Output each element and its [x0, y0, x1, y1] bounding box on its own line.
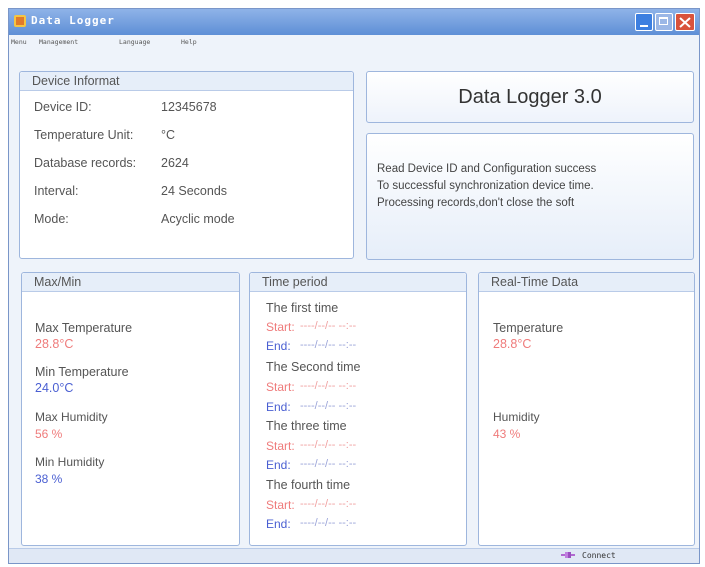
- end-time-value: ----/--/-- --:--: [300, 517, 357, 529]
- start-label: Start:: [266, 380, 295, 394]
- window-title: Data Logger: [31, 14, 115, 27]
- humidity-value: 43 %: [493, 427, 521, 441]
- max-humidity-label: Max Humidity: [35, 410, 108, 424]
- message-line: To successful synchronization device tim…: [377, 180, 594, 192]
- mode-value: Acyclic mode: [161, 212, 235, 226]
- app-icon: [14, 15, 26, 27]
- start-label: Start:: [266, 498, 295, 512]
- temperature-label: Temperature: [493, 321, 564, 335]
- min-humidity-value: 38 %: [35, 472, 63, 486]
- min-temperature-label: Min Temperature: [35, 365, 129, 379]
- temperature-unit-label: Temperature Unit:: [34, 128, 134, 142]
- end-label: End:: [266, 458, 291, 472]
- time-period-panel: Time period The first time Start: ----/-…: [249, 272, 467, 546]
- real-time-title: Real-Time Data: [491, 275, 579, 289]
- real-time-header: Real-Time Data: [479, 273, 694, 292]
- device-info-title: Device Informat: [32, 74, 120, 88]
- brand-title: Data Logger 3.0: [458, 85, 602, 108]
- max-min-header: Max/Min: [22, 273, 239, 292]
- menu-item-help[interactable]: Help: [181, 38, 197, 46]
- interval-value: 24 Seconds: [161, 184, 228, 198]
- start-time-value: ----/--/-- --:--: [300, 320, 357, 332]
- connect-icon: [561, 552, 575, 558]
- interval-label: Interval:: [34, 184, 79, 198]
- device-id-value: 12345678: [161, 100, 217, 114]
- mode-label: Mode:: [34, 212, 69, 226]
- database-records-value: 2624: [161, 156, 189, 170]
- end-time-value: ----/--/-- --:--: [300, 339, 357, 351]
- title-bar[interactable]: Data Logger: [9, 9, 699, 35]
- period-group-title: The fourth time: [266, 478, 351, 492]
- brand-box: Data Logger 3.0: [366, 71, 694, 123]
- message-line: Processing records,don't close the soft: [377, 197, 575, 209]
- app-window: Data Logger Menu Management Language Hel…: [8, 8, 700, 564]
- start-time-value: ----/--/-- --:--: [300, 439, 357, 451]
- menu-item-management[interactable]: Management: [39, 38, 78, 46]
- temperature-value: 28.8°C: [493, 337, 532, 351]
- end-time-value: ----/--/-- --:--: [300, 458, 357, 470]
- database-records-label: Database records:: [34, 156, 137, 170]
- minimize-button[interactable]: [635, 13, 653, 31]
- device-id-label: Device ID:: [34, 100, 92, 114]
- end-label: End:: [266, 517, 291, 531]
- device-info-header: Device Informat: [20, 72, 353, 91]
- device-info-panel: Device Informat Device ID: 12345678 Temp…: [19, 71, 354, 259]
- close-button[interactable]: [675, 13, 695, 31]
- menu-item-language[interactable]: Language: [119, 38, 150, 46]
- end-label: End:: [266, 339, 291, 353]
- time-period-header: Time period: [250, 273, 466, 292]
- start-time-value: ----/--/-- --:--: [300, 380, 357, 392]
- message-box: Read Device ID and Configuration success…: [366, 133, 694, 260]
- connect-status[interactable]: Connect: [582, 551, 616, 560]
- start-label: Start:: [266, 439, 295, 453]
- max-temperature-value: 28.8°C: [35, 337, 74, 351]
- start-label: Start:: [266, 320, 295, 334]
- max-min-title: Max/Min: [34, 275, 82, 289]
- menu-item-menu[interactable]: Menu: [11, 38, 27, 46]
- humidity-label: Humidity: [493, 410, 540, 424]
- min-humidity-label: Min Humidity: [35, 455, 105, 469]
- start-time-value: ----/--/-- --:--: [300, 498, 357, 510]
- menu-bar: Menu Management Language Help: [9, 35, 699, 49]
- min-temperature-value: 24.0°C: [35, 381, 74, 395]
- status-bar: Connect: [9, 548, 699, 563]
- minimize-icon: [640, 25, 648, 27]
- max-humidity-value: 56 %: [35, 427, 63, 441]
- close-icon: [679, 17, 691, 28]
- message-line: Read Device ID and Configuration success: [377, 163, 597, 175]
- maximize-icon: [659, 17, 668, 25]
- real-time-panel: Real-Time Data Temperature 28.8°C Humidi…: [478, 272, 695, 546]
- period-group-title: The three time: [266, 419, 347, 433]
- max-temperature-label: Max Temperature: [35, 321, 133, 335]
- max-min-panel: Max/Min Max Temperature 28.8°C Min Tempe…: [21, 272, 240, 546]
- end-time-value: ----/--/-- --:--: [300, 400, 357, 412]
- temperature-unit-value: °C: [161, 128, 176, 142]
- maximize-button[interactable]: [655, 13, 673, 31]
- time-period-title: Time period: [262, 275, 328, 289]
- period-group-title: The Second time: [266, 360, 361, 374]
- period-group-title: The first time: [266, 301, 339, 315]
- end-label: End:: [266, 400, 291, 414]
